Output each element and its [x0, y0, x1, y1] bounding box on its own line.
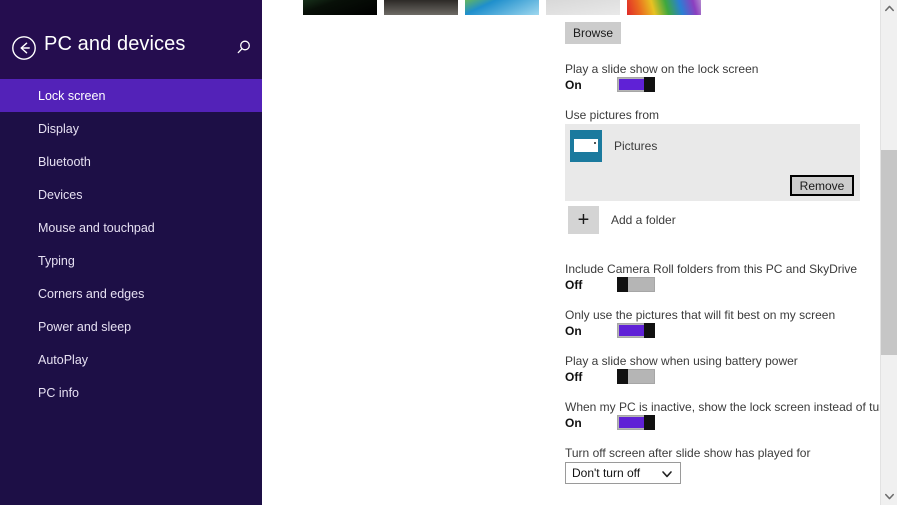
pictures-folder-icon [570, 130, 602, 162]
dropdown-value: Don't turn off [572, 466, 641, 480]
picture-sources-box: Pictures Remove [565, 124, 860, 201]
toggle-knob [644, 77, 655, 92]
slideshow-label: Play a slide show on the lock screen [565, 62, 759, 76]
add-folder-button[interactable]: + Add a folder [568, 206, 676, 234]
plus-icon: + [568, 206, 599, 234]
lock-screen-thumbnail-row [303, 0, 701, 15]
sidebar-header: PC and devices [0, 0, 262, 79]
sidebar-item-label: Power and sleep [38, 319, 132, 334]
inactive-lock-toggle[interactable] [617, 415, 655, 430]
battery-power-toggle[interactable] [617, 369, 655, 384]
slideshow-toggle[interactable] [617, 77, 655, 92]
sidebar-item-autoplay[interactable]: AutoPlay [0, 343, 262, 376]
scrollbar-thumb[interactable] [881, 150, 897, 355]
fit-best-label: Only use the pictures that will fit best… [565, 308, 836, 322]
sidebar-item-mouse-and-touchpad[interactable]: Mouse and touchpad [0, 211, 262, 244]
sidebar-item-label: Lock screen [38, 88, 106, 103]
lock-screen-thumbnail-2[interactable] [384, 0, 458, 15]
chevron-down-icon [661, 467, 673, 479]
sidebar-item-devices[interactable]: Devices [0, 178, 262, 211]
use-pictures-from-label: Use pictures from [565, 108, 660, 122]
toggle-fill [619, 417, 644, 428]
page-title: PC and devices [44, 33, 186, 55]
sidebar-item-bluetooth[interactable]: Bluetooth [0, 145, 262, 178]
back-arrow-circle-icon[interactable] [11, 35, 37, 61]
scroll-down-arrow-icon[interactable] [881, 488, 897, 505]
sidebar-item-label: Mouse and touchpad [38, 220, 155, 235]
sidebar-item-label: AutoPlay [38, 352, 89, 367]
sidebar-item-label: Bluetooth [38, 154, 91, 169]
sidebar-item-lock-screen[interactable]: Lock screen [0, 79, 262, 112]
settings-content-pane: Browse Play a slide show on the lock scr… [262, 0, 880, 505]
sidebar-item-label: Typing [38, 253, 75, 268]
sidebar-item-corners-and-edges[interactable]: Corners and edges [0, 277, 262, 310]
sidebar-item-pc-info[interactable]: PC info [0, 376, 262, 409]
sidebar-nav: Lock screen Display Bluetooth Devices Mo… [0, 79, 262, 409]
settings-window: PC and devices Lock screen Display Bluet… [0, 0, 897, 505]
browse-button[interactable]: Browse [565, 22, 621, 44]
sidebar-item-label: Display [38, 121, 79, 136]
toggle-fill [619, 325, 644, 336]
lock-screen-thumbnail-5[interactable] [627, 0, 701, 15]
sidebar-item-label: PC info [38, 385, 79, 400]
vertical-scrollbar[interactable] [880, 0, 897, 505]
sidebar: PC and devices Lock screen Display Bluet… [0, 0, 262, 505]
sidebar-item-typing[interactable]: Typing [0, 244, 262, 277]
lock-screen-thumbnail-3[interactable] [465, 0, 539, 15]
remove-button[interactable]: Remove [790, 175, 854, 196]
add-folder-label: Add a folder [611, 213, 676, 227]
search-icon[interactable] [232, 36, 256, 60]
inactive-lock-state: On [565, 416, 582, 430]
battery-power-label: Play a slide show when using battery pow… [565, 354, 798, 368]
toggle-knob [617, 277, 628, 292]
toggle-knob [644, 323, 655, 338]
inactive-lock-label: When my PC is inactive, show the lock sc… [565, 400, 880, 414]
turn-off-screen-dropdown[interactable]: Don't turn off [565, 462, 681, 484]
list-item[interactable]: Pictures [570, 130, 657, 162]
lock-screen-thumbnail-1[interactable] [303, 0, 377, 15]
toggle-knob [617, 369, 628, 384]
battery-power-state: Off [565, 370, 583, 384]
slideshow-state: On [565, 78, 582, 92]
scroll-up-arrow-icon[interactable] [881, 0, 897, 17]
fit-best-state: On [565, 324, 582, 338]
toggle-knob [644, 415, 655, 430]
folder-name: Pictures [614, 139, 658, 153]
camera-roll-toggle[interactable] [617, 277, 655, 292]
fit-best-toggle[interactable] [617, 323, 655, 338]
toggle-fill [619, 79, 644, 90]
camera-roll-state: Off [565, 278, 583, 292]
sidebar-item-power-and-sleep[interactable]: Power and sleep [0, 310, 262, 343]
turn-off-screen-label: Turn off screen after slide show has pla… [565, 446, 811, 460]
lock-screen-thumbnail-4[interactable] [546, 0, 620, 15]
camera-roll-label: Include Camera Roll folders from this PC… [565, 262, 858, 276]
sidebar-item-label: Corners and edges [38, 286, 145, 301]
sidebar-item-display[interactable]: Display [0, 112, 262, 145]
sidebar-item-label: Devices [38, 187, 83, 202]
